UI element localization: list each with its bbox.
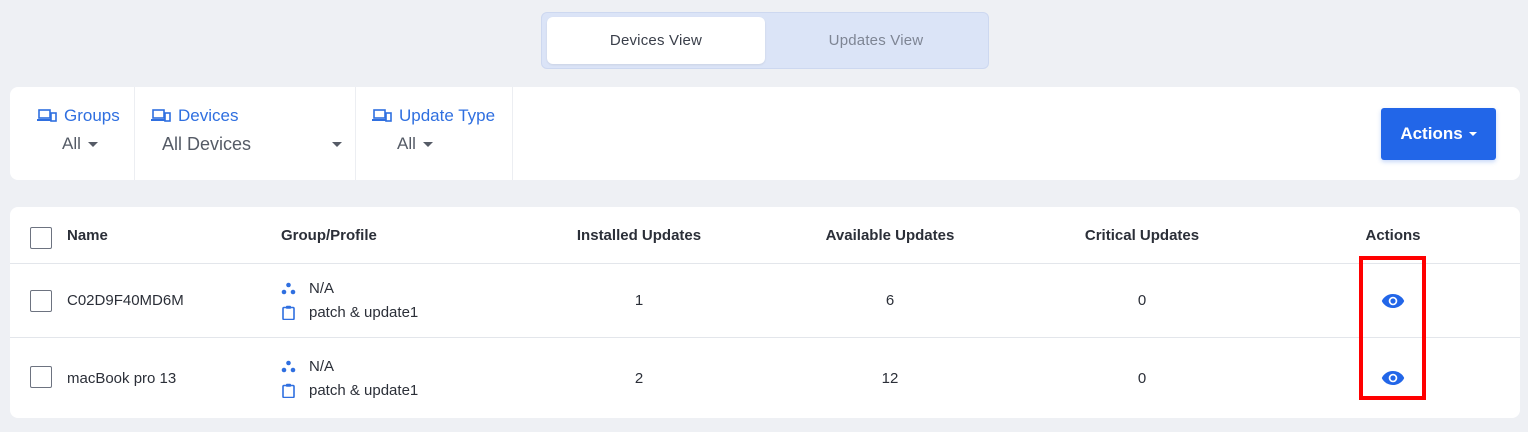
groups-filter: Groups All bbox=[10, 87, 135, 180]
group-line: N/A bbox=[281, 354, 334, 378]
tab-devices-view[interactable]: Devices View bbox=[547, 17, 765, 64]
group-icon bbox=[281, 360, 296, 372]
available-updates-count: 6 bbox=[885, 292, 895, 309]
chevron-down-icon bbox=[422, 141, 433, 147]
installed-updates-count: 1 bbox=[634, 292, 644, 309]
devices-dropdown-value: All Devices bbox=[162, 134, 252, 154]
devices-filter: Devices All Devices bbox=[135, 87, 356, 180]
view-toggle: Devices View Updates View bbox=[541, 12, 989, 69]
table-row: macBook pro 13 N/A patch & update1 2 12 … bbox=[10, 338, 1520, 418]
clipboard-icon bbox=[282, 383, 295, 398]
eye-icon[interactable] bbox=[1381, 370, 1405, 386]
group-icon bbox=[281, 282, 296, 295]
column-header-name[interactable]: Name bbox=[67, 207, 267, 263]
column-header-critical-updates[interactable]: Critical Updates bbox=[1042, 207, 1242, 263]
table-header: Name Group/Profile Installed Updates Ava… bbox=[10, 207, 1520, 264]
filter-bar: Groups All Devices All Devices Update Ty… bbox=[10, 87, 1520, 180]
actions-cell bbox=[1293, 264, 1493, 337]
critical-updates-count: 0 bbox=[1137, 292, 1147, 309]
actions-button-label: Actions bbox=[1400, 124, 1463, 143]
chevron-down-icon bbox=[1468, 132, 1477, 136]
chevron-down-icon bbox=[87, 141, 98, 147]
devices-icon bbox=[372, 109, 392, 122]
devices-filter-label-wrap: Devices bbox=[151, 106, 238, 126]
installed-updates-count: 2 bbox=[634, 369, 644, 387]
update-type-dropdown-value: All bbox=[397, 134, 416, 153]
profile-line: patch & update1 bbox=[281, 378, 418, 402]
devices-icon bbox=[151, 109, 171, 122]
tab-updates-view[interactable]: Updates View bbox=[767, 17, 985, 64]
devices-icon bbox=[37, 109, 57, 122]
row-checkbox[interactable] bbox=[30, 366, 52, 388]
group-profile-cell: N/A patch & update1 bbox=[281, 264, 511, 337]
update-type-filter-label-wrap: Update Type bbox=[372, 106, 495, 126]
column-header-actions: Actions bbox=[1365, 226, 1421, 244]
profile-name: patch & update1 bbox=[309, 304, 419, 321]
group-name: N/A bbox=[309, 357, 335, 375]
group-profile-cell: N/A patch & update1 bbox=[281, 338, 511, 418]
table-row: C02D9F40MD6M N/A patch & update1 1 6 0 bbox=[10, 264, 1520, 338]
groups-filter-label: Groups bbox=[64, 106, 120, 125]
devices-filter-label: Devices bbox=[178, 106, 239, 125]
update-type-filter: Update Type All bbox=[356, 87, 513, 180]
actions-cell bbox=[1293, 338, 1493, 418]
groups-filter-label-wrap: Groups bbox=[37, 106, 120, 126]
chevron-down-icon bbox=[332, 142, 342, 147]
select-all-checkbox[interactable] bbox=[30, 227, 52, 249]
column-header-group-profile[interactable]: Group/Profile bbox=[281, 207, 511, 263]
column-header-available-updates[interactable]: Available Updates bbox=[790, 207, 990, 263]
row-checkbox[interactable] bbox=[30, 290, 52, 312]
column-header-installed-updates[interactable]: Installed Updates bbox=[539, 207, 739, 263]
group-name: N/A bbox=[309, 280, 335, 297]
device-name: macBook pro 13 bbox=[67, 369, 177, 387]
update-type-filter-label: Update Type bbox=[399, 106, 496, 125]
update-type-dropdown[interactable]: All bbox=[397, 134, 433, 154]
eye-icon[interactable] bbox=[1381, 293, 1405, 309]
groups-dropdown-value: All bbox=[62, 134, 81, 153]
device-name: C02D9F40MD6M bbox=[67, 292, 184, 309]
devices-table: Name Group/Profile Installed Updates Ava… bbox=[10, 207, 1520, 418]
critical-updates-count: 0 bbox=[1137, 369, 1147, 387]
groups-dropdown[interactable]: All bbox=[62, 134, 98, 154]
actions-button[interactable]: Actions bbox=[1381, 108, 1496, 160]
available-updates-count: 12 bbox=[881, 369, 899, 387]
devices-dropdown[interactable]: All Devices bbox=[162, 134, 342, 155]
group-line: N/A bbox=[281, 277, 334, 301]
profile-line: patch & update1 bbox=[281, 301, 418, 325]
clipboard-icon bbox=[282, 305, 295, 320]
profile-name: patch & update1 bbox=[309, 381, 419, 399]
